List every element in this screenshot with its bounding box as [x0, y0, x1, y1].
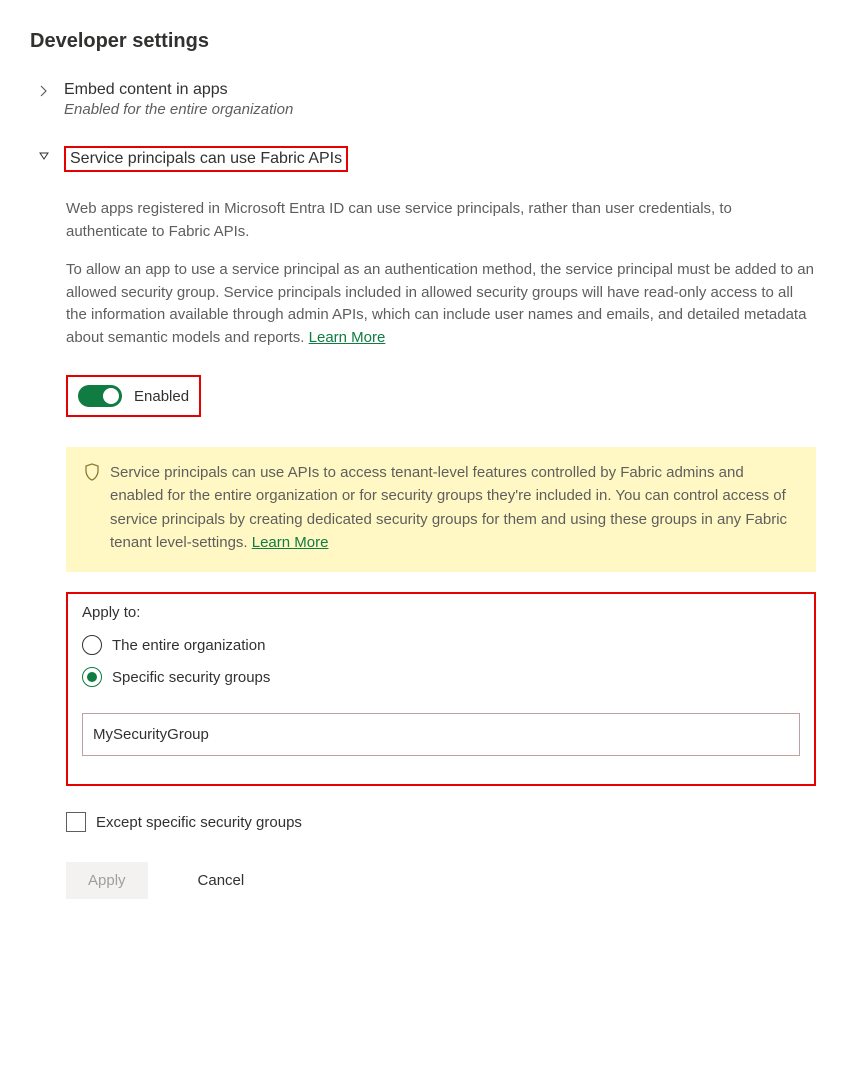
checkbox-icon — [66, 812, 86, 832]
apply-to-section-highlight: Apply to: The entire organization Specif… — [66, 592, 816, 786]
except-checkbox-row[interactable]: Except specific security groups — [66, 812, 816, 832]
setting-subtitle: Enabled for the entire organization — [64, 101, 293, 118]
setting-title-highlighted: Service principals can use Fabric APIs — [64, 146, 348, 172]
toggle-enabled-highlight: Enabled — [66, 375, 201, 417]
caret-right-icon — [38, 85, 50, 97]
learn-more-link-banner[interactable]: Learn More — [252, 534, 329, 551]
description-text-1: Web apps registered in Microsoft Entra I… — [66, 198, 816, 243]
apply-to-label: Apply to: — [82, 604, 800, 621]
toggle-label: Enabled — [134, 388, 189, 405]
radio-specific-groups[interactable]: Specific security groups — [82, 667, 800, 687]
info-banner: Service principals can use APIs to acces… — [66, 447, 816, 572]
setting-service-principals[interactable]: Service principals can use Fabric APIs — [30, 146, 816, 172]
security-group-input[interactable] — [82, 713, 800, 756]
expanded-content: Web apps registered in Microsoft Entra I… — [30, 198, 816, 899]
radio-label: The entire organization — [112, 637, 265, 654]
description-text-2: To allow an app to use a service princip… — [66, 259, 816, 349]
learn-more-link[interactable]: Learn More — [309, 329, 386, 346]
caret-down-icon — [38, 150, 50, 162]
setting-title: Embed content in apps — [64, 81, 293, 99]
radio-icon-selected — [82, 667, 102, 687]
radio-label: Specific security groups — [112, 669, 270, 686]
checkbox-label: Except specific security groups — [96, 814, 302, 831]
button-row: Apply Cancel — [66, 862, 816, 899]
shield-icon — [84, 463, 100, 484]
section-title: Developer settings — [30, 30, 816, 53]
radio-entire-org[interactable]: The entire organization — [82, 635, 800, 655]
setting-embed-content[interactable]: Embed content in apps Enabled for the en… — [30, 81, 816, 118]
radio-icon — [82, 635, 102, 655]
cancel-button[interactable]: Cancel — [176, 862, 267, 899]
apply-button[interactable]: Apply — [66, 862, 148, 899]
enabled-toggle[interactable] — [78, 385, 122, 407]
